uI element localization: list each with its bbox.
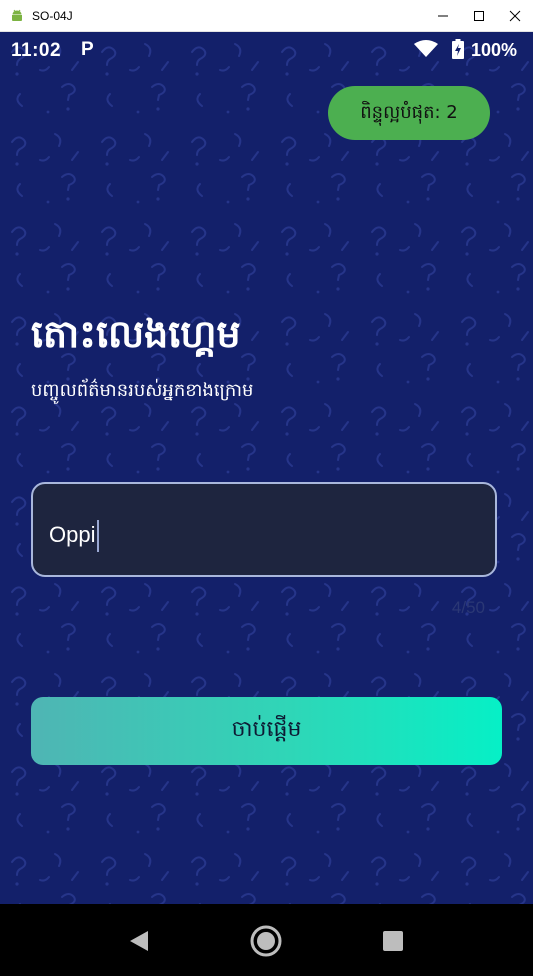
start-button[interactable]: ចាប់ផ្ដើម (31, 697, 502, 765)
char-counter: 4/50 (451, 598, 485, 617)
minimize-icon[interactable] (425, 0, 461, 31)
page-title: តោះលេងហ្គេម (31, 312, 241, 356)
maximize-icon[interactable] (461, 0, 497, 31)
status-bar: 11:02 P 100% (0, 32, 533, 68)
battery-icon (452, 39, 464, 59)
best-score-badge: ពិន្ទុល្អបំផុត: 2 (328, 86, 490, 140)
wifi-icon (414, 40, 438, 57)
close-icon[interactable] (497, 0, 533, 31)
status-time: 11:02 (11, 40, 62, 61)
window-titlebar: SO-04J (0, 0, 533, 32)
recents-icon[interactable] (376, 924, 410, 958)
notification-p-icon: P (81, 39, 94, 60)
android-nav-bar (0, 904, 533, 976)
page-subtitle: បញ្ចូលព័ត៌មានរបស់អ្នកខាងក្រោម (31, 380, 254, 401)
window-controls (425, 0, 533, 31)
name-input[interactable]: Oppi (31, 482, 497, 577)
question-mark-pattern (0, 32, 533, 904)
name-input-value[interactable]: Oppi (49, 520, 100, 552)
window-title: SO-04J (32, 8, 73, 23)
text-caret (97, 520, 100, 552)
battery-percent: 100% (471, 40, 518, 60)
android-icon (12, 9, 22, 21)
home-icon[interactable] (249, 924, 283, 958)
phone-screen: 11:02 P 100% ពិន្ទុល្អបំផុត: 2 តោះលេងហ្គ… (0, 32, 533, 904)
back-icon[interactable] (122, 924, 156, 958)
